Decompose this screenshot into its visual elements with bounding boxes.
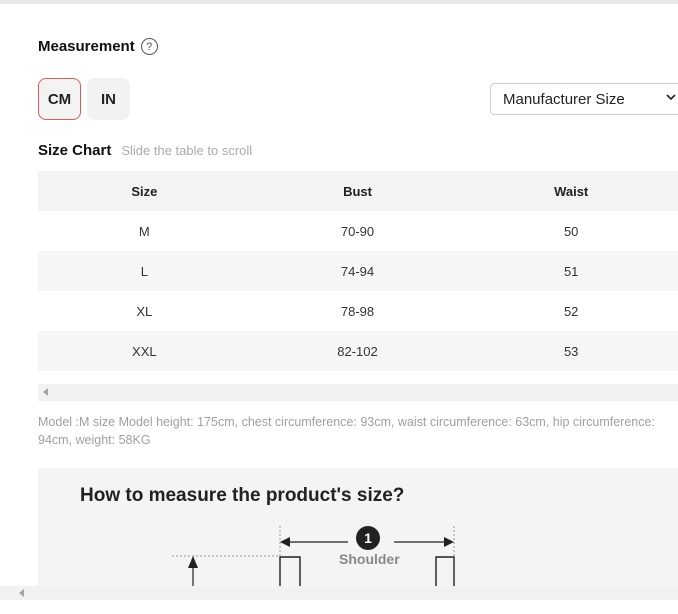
cell-bust: 70-90: [340, 223, 375, 239]
scroll-left-arrow-icon[interactable]: [43, 388, 48, 396]
cell-size: L: [140, 263, 148, 279]
cell-bust: 82-102: [337, 343, 378, 359]
step-number-badge: 1: [356, 526, 380, 550]
cell-size: M: [138, 223, 150, 239]
cell-waist: 52: [563, 303, 579, 319]
cell-size: XL: [136, 303, 153, 319]
measurement-title: Measurement: [38, 38, 135, 55]
column-header-bust: Bust: [343, 183, 372, 199]
table-row: L 74-94 51: [38, 251, 678, 291]
cell-bust: 74-94: [340, 263, 375, 279]
cell-waist: 51: [563, 263, 579, 279]
cell-size: XXL: [132, 343, 157, 359]
column-header-waist: Waist: [554, 183, 589, 199]
unit-in-button[interactable]: IN: [87, 78, 130, 120]
size-type-select[interactable]: Manufacturer Size: [490, 83, 678, 115]
help-icon[interactable]: ?: [140, 38, 158, 55]
column-header-size: Size: [131, 183, 158, 199]
size-chart-header: Size Chart Slide the table to scroll: [38, 142, 252, 159]
size-table[interactable]: Size Bust Waist M 70-90 50 L 74-94 51 XL…: [38, 171, 678, 371]
cell-bust: 78-98: [340, 303, 375, 319]
top-divider: [0, 0, 678, 4]
measurement-header: Measurement ?: [38, 38, 158, 55]
table-row: XXL 82-102 53: [38, 331, 678, 371]
size-type-selected-value: Manufacturer Size: [503, 90, 625, 108]
chevron-down-icon: [666, 94, 676, 101]
step-label: Shoulder: [339, 551, 400, 567]
shoulder-diagram: [172, 526, 455, 588]
cell-waist: 50: [563, 223, 579, 239]
model-info-note: Model :M size Model height: 175cm, chest…: [38, 415, 655, 447]
measure-guide-image: How to measure the product's size? 1 Sho…: [38, 468, 678, 588]
size-chart-title: Size Chart: [38, 142, 112, 159]
table-header-row: Size Bust Waist: [38, 171, 678, 211]
cell-waist: 53: [563, 343, 579, 359]
table-row: M 70-90 50: [38, 211, 678, 251]
unit-cm-button[interactable]: CM: [38, 78, 81, 120]
page-horizontal-scrollbar[interactable]: [0, 586, 678, 600]
size-chart-hint: Slide the table to scroll: [121, 143, 253, 158]
scroll-left-arrow-icon[interactable]: [19, 589, 24, 597]
table-row: XL 78-98 52: [38, 291, 678, 331]
table-horizontal-scrollbar[interactable]: [38, 384, 678, 401]
